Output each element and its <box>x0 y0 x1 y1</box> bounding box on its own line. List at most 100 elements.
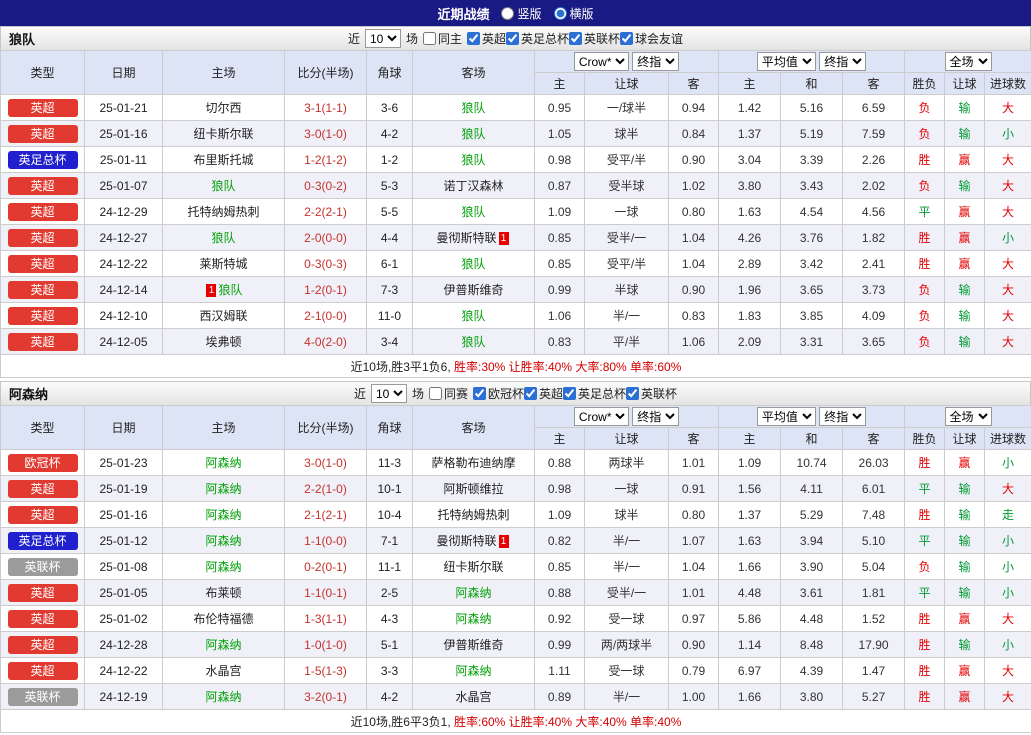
same-filter-checkbox[interactable] <box>422 32 436 45</box>
match-row: 英联杯 25-01-08 阿森纳 0-2(0-1) 11-1 纽卡斯尔联 0.85 半/一 1.… <box>0 553 1031 580</box>
avg-odds-cell: 1.52 <box>842 605 906 632</box>
odds-cell: 0.80 <box>667 501 720 528</box>
home-team-cell: 阿森纳 <box>162 631 285 658</box>
period-select[interactable]: 全场 <box>944 52 992 71</box>
summary-segment: 让胜率:40% <box>508 359 576 374</box>
odds-company-select[interactable]: Crow* <box>573 407 629 426</box>
date-cell: 24-12-22 <box>84 657 163 684</box>
odds-cell: 0.90 <box>667 276 720 303</box>
team-name: 狼队 <box>461 335 486 349</box>
league-filter[interactable]: 球会友谊 <box>620 30 683 47</box>
league-filter-checkbox[interactable] <box>524 386 537 400</box>
horizontal-radio[interactable] <box>553 6 567 20</box>
league-filters: 欧冠杯 英超 英足总杯 英联杯 <box>472 385 677 403</box>
corner-cell: 3-4 <box>366 328 413 355</box>
avg-odds-cell: 2.89 <box>718 250 782 277</box>
avg-odds-cell: 6.59 <box>842 94 906 121</box>
league-badge: 英超 <box>7 254 78 273</box>
league-filter-checkbox[interactable] <box>626 386 640 400</box>
handicap-cell: 半/一 <box>584 553 669 580</box>
layout-option-vertical[interactable]: 竖版 <box>501 5 542 22</box>
avg-stage-select[interactable]: 终指 <box>819 407 867 426</box>
match-count-select[interactable]: 10 <box>370 384 407 403</box>
avg-select[interactable]: 平均值 <box>756 407 816 426</box>
league-filter-checkbox[interactable] <box>569 31 583 45</box>
odds-cell: 0.90 <box>667 146 720 173</box>
col-header-goals-result: 进球数 <box>984 72 1031 95</box>
avg-select[interactable]: 平均值 <box>756 52 816 71</box>
date-cell: 24-12-29 <box>84 198 163 225</box>
col-header-score: 比分(半场) <box>284 50 367 95</box>
match-count-select[interactable]: 10 <box>364 29 401 48</box>
same-filter[interactable]: 同赛 <box>428 385 468 402</box>
team-name: 狼队 <box>461 205 486 219</box>
league-filter-checkbox[interactable] <box>472 386 486 400</box>
date-cell: 25-01-21 <box>84 94 163 121</box>
team-name-heading: 阿森纳 <box>9 387 49 402</box>
summary-segment: 近10场,胜6平3负1, <box>350 714 454 729</box>
avg-odds-cell: 1.82 <box>842 224 906 251</box>
team-bar: 狼队 近 10 场 同主 英超 英足总杯 英联杯 球会友谊 <box>0 26 1031 50</box>
home-team-cell: 狼队 <box>162 224 285 251</box>
vertical-radio[interactable] <box>501 6 515 20</box>
odds-cell: 1.05 <box>534 120 585 147</box>
handicap-result-cell: 输 <box>944 579 986 606</box>
score-cell: 0-3(0-2) <box>284 172 367 199</box>
handicap-cell: 受半/一 <box>584 579 669 606</box>
odds-company-select[interactable]: Crow* <box>573 52 629 71</box>
odds-cell: 0.85 <box>534 224 585 251</box>
same-filter-checkbox[interactable] <box>428 387 442 400</box>
league-filter[interactable]: 英足总杯 <box>563 385 626 402</box>
team-name: 狼队 <box>211 231 236 245</box>
handicap-cell: 两球半 <box>584 449 669 476</box>
team-name: 伊普斯维奇 <box>443 638 504 652</box>
league-filter[interactable]: 英超 <box>524 385 563 402</box>
league-filter[interactable]: 英超 <box>466 30 506 47</box>
league-filter[interactable]: 英足总杯 <box>506 30 569 47</box>
layout-option-horizontal[interactable]: 横版 <box>553 5 594 22</box>
league-filter[interactable]: 欧冠杯 <box>472 385 524 402</box>
league-badge: 英超 <box>7 661 78 680</box>
odds-stage-select[interactable]: 终指 <box>632 52 680 71</box>
col-header-handicap: 让球 <box>584 72 669 95</box>
corner-cell: 11-1 <box>366 553 413 580</box>
home-team-cell: 阿森纳 <box>162 449 285 476</box>
league-filter-checkbox[interactable] <box>563 386 577 400</box>
league-filter-checkbox[interactable] <box>620 31 634 45</box>
avg-stage-select[interactable]: 终指 <box>819 52 867 71</box>
odds-cell: 0.99 <box>534 631 585 658</box>
result-cell: 负 <box>904 276 946 303</box>
date-cell: 24-12-19 <box>84 683 163 710</box>
col-header-avg-draw: 和 <box>780 72 844 95</box>
league-filter[interactable]: 英联杯 <box>569 30 620 47</box>
odds-stage-select[interactable]: 终指 <box>632 407 680 426</box>
league-filter[interactable]: 英联杯 <box>626 385 677 402</box>
match-table-body: 欧冠杯 25-01-23 阿森纳 3-0(1-0) 11-3 萨格勒布迪纳摩 0.88 两球半… <box>0 449 1031 710</box>
home-team-cell: 布里斯托城 <box>162 146 285 173</box>
league-badge: 英超 <box>7 176 78 195</box>
league-badge: 英超 <box>7 228 78 247</box>
avg-odds-cell: 1.66 <box>718 553 782 580</box>
away-team-cell: 狼队 <box>412 328 535 355</box>
same-filter[interactable]: 同主 <box>422 30 462 47</box>
col-header-handicap: 让球 <box>584 427 669 450</box>
league-filter-checkbox[interactable] <box>506 31 519 45</box>
team-name: 狼队 <box>461 101 486 115</box>
goals-result-cell: 小 <box>984 579 1031 606</box>
league-cell: 英超 <box>0 328 85 355</box>
home-team-cell: 布伦特福德 <box>162 605 285 632</box>
avg-odds-cell: 26.03 <box>842 449 906 476</box>
avg-odds-cell: 1.37 <box>718 120 782 147</box>
date-cell: 24-12-14 <box>84 276 163 303</box>
away-team-cell: 纽卡斯尔联 <box>412 553 535 580</box>
avg-odds-cell: 4.54 <box>780 198 844 225</box>
handicap-cell: 一球 <box>584 475 669 502</box>
avg-odds-cell: 7.48 <box>842 501 906 528</box>
league-filter-checkbox[interactable] <box>466 31 480 45</box>
corner-cell: 3-3 <box>366 657 413 684</box>
period-select[interactable]: 全场 <box>944 407 992 426</box>
goals-result-cell: 大 <box>984 250 1031 277</box>
match-row: 英超 25-01-19 阿森纳 2-2(1-0) 10-1 阿斯顿维拉 0.98 一球 0.91… <box>0 475 1031 502</box>
handicap-result-cell: 输 <box>944 328 986 355</box>
team-name: 阿森纳 <box>455 612 492 626</box>
